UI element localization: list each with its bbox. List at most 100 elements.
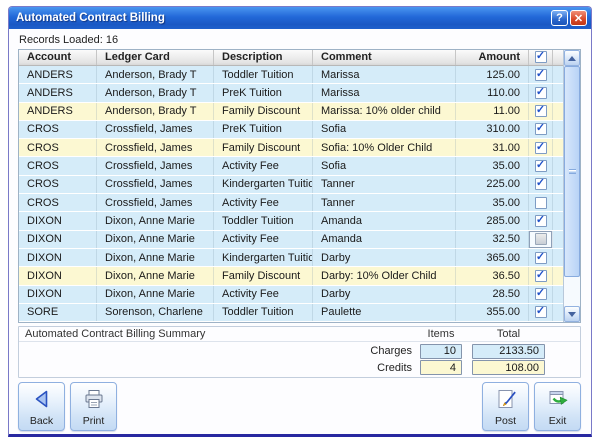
table-row[interactable]: DIXON Dixon, Anne Marie Activity Fee Dar…: [19, 285, 564, 304]
cell-amount: 110.00: [456, 84, 529, 102]
cell-spare: [553, 65, 564, 84]
summary-items-header: Items: [427, 328, 455, 340]
row-checkbox[interactable]: [534, 306, 547, 319]
scrollbar-track[interactable]: [564, 66, 580, 306]
dialog-content: Records Loaded: 16 Account Ledger Card D…: [9, 29, 591, 431]
column-header-comment[interactable]: Comment: [313, 50, 456, 65]
row-checkbox[interactable]: [534, 214, 547, 227]
cell-comment: Darby: [313, 248, 456, 267]
cell-account: ANDERS: [19, 65, 97, 84]
cell-checkbox: [529, 212, 553, 230]
scroll-down-button[interactable]: [564, 306, 580, 322]
column-header-ledger-card[interactable]: Ledger Card: [97, 50, 214, 65]
cell-description: Activity Fee: [214, 230, 313, 248]
cell-ledger-card: Dixon, Anne Marie: [97, 285, 214, 303]
print-button-label: Print: [82, 415, 105, 427]
table-row[interactable]: ANDERS Anderson, Brady T PreK Tuition Ma…: [19, 84, 564, 103]
column-header-amount[interactable]: Amount: [456, 50, 529, 65]
row-checkbox[interactable]: [534, 196, 547, 209]
cell-description: Activity Fee: [214, 157, 313, 175]
cell-checkbox: [529, 120, 553, 139]
row-checkbox[interactable]: [534, 86, 547, 99]
row-checkbox[interactable]: [534, 233, 547, 246]
cell-amount: 28.50: [456, 285, 529, 303]
cell-checkbox: [529, 84, 553, 102]
cell-description: Activity Fee: [214, 194, 313, 212]
column-header-account[interactable]: Account: [19, 50, 97, 65]
cell-description: Kindergarten Tuition: [214, 175, 313, 194]
cell-amount: 35.00: [456, 194, 529, 212]
cell-description: Family Discount: [214, 102, 313, 120]
window-title: Automated Contract Billing: [16, 12, 165, 24]
cell-account: SORE: [19, 303, 97, 322]
cell-description: Toddler Tuition: [214, 303, 313, 322]
scroll-up-icon: [568, 55, 577, 61]
cell-ledger-card: Dixon, Anne Marie: [97, 230, 214, 248]
cell-spare: [553, 102, 564, 120]
cell-checkbox: [529, 303, 553, 322]
cell-ledger-card: Dixon, Anne Marie: [97, 267, 214, 285]
cell-account: ANDERS: [19, 102, 97, 120]
column-header-description[interactable]: Description: [214, 50, 313, 65]
row-checkbox[interactable]: [534, 68, 547, 81]
table-row[interactable]: CROS Crossfield, James Family Discount S…: [19, 139, 564, 158]
table-row[interactable]: CROS Crossfield, James Kindergarten Tuit…: [19, 175, 564, 195]
cell-amount: 285.00: [456, 212, 529, 230]
cell-checkbox: [529, 267, 553, 285]
vertical-scrollbar[interactable]: [563, 50, 580, 322]
cell-account: CROS: [19, 194, 97, 212]
cell-description: PreK Tuition: [214, 120, 313, 139]
table-row[interactable]: DIXON Dixon, Anne Marie Activity Fee Ama…: [19, 230, 564, 249]
table-row[interactable]: DIXON Dixon, Anne Marie Family Discount …: [19, 267, 564, 286]
row-checkbox[interactable]: [534, 160, 547, 173]
row-checkbox[interactable]: [534, 269, 547, 282]
row-checkbox[interactable]: [534, 105, 547, 118]
cell-amount: 31.00: [456, 139, 529, 157]
table-row[interactable]: ANDERS Anderson, Brady T Toddler Tuition…: [19, 65, 564, 85]
cell-comment: Marissa: [313, 65, 456, 84]
table-row[interactable]: CROS Crossfield, James Activity Fee Tann…: [19, 194, 564, 213]
row-checkbox[interactable]: [534, 288, 547, 301]
print-button[interactable]: Print: [70, 382, 117, 431]
cell-description: Family Discount: [214, 267, 313, 285]
back-button-label: Back: [29, 415, 54, 427]
cell-description: Family Discount: [214, 139, 313, 157]
select-all-checkbox[interactable]: [534, 51, 547, 64]
cell-amount: 36.50: [456, 267, 529, 285]
cell-description: Toddler Tuition: [214, 65, 313, 84]
cell-amount: 225.00: [456, 175, 529, 194]
row-checkbox[interactable]: [534, 178, 547, 191]
cell-account: CROS: [19, 157, 97, 175]
row-checkbox[interactable]: [534, 251, 547, 264]
help-button[interactable]: ?: [551, 10, 568, 26]
cell-account: DIXON: [19, 212, 97, 230]
cell-spare: [553, 230, 564, 248]
exit-button[interactable]: Exit: [534, 382, 581, 431]
row-checkbox[interactable]: [534, 123, 547, 136]
table-row[interactable]: SORE Sorenson, Charlene Toddler Tuition …: [19, 303, 564, 323]
table-row[interactable]: DIXON Dixon, Anne Marie Kindergarten Tui…: [19, 248, 564, 268]
cell-account: DIXON: [19, 248, 97, 267]
credits-row: Credits 4 108.00: [19, 359, 580, 375]
table-row[interactable]: CROS Crossfield, James PreK Tuition Sofi…: [19, 120, 564, 140]
cell-description: Activity Fee: [214, 285, 313, 303]
scrollbar-thumb[interactable]: [564, 66, 580, 278]
cell-comment: Marissa: [313, 84, 456, 102]
cell-checkbox: [529, 157, 553, 175]
close-button[interactable]: ✕: [570, 10, 587, 26]
charges-total-field: 2133.50: [472, 343, 545, 359]
cell-ledger-card: Dixon, Anne Marie: [97, 248, 214, 267]
table-row[interactable]: CROS Crossfield, James Activity Fee Sofi…: [19, 157, 564, 176]
row-checkbox[interactable]: [534, 141, 547, 154]
cell-comment: Marissa: 10% older child: [313, 102, 456, 120]
post-button[interactable]: Post: [482, 382, 529, 431]
back-button[interactable]: Back: [18, 382, 65, 431]
cell-description: PreK Tuition: [214, 84, 313, 102]
scrollbar-grip-icon: [568, 169, 576, 175]
cell-amount: 11.00: [456, 102, 529, 120]
table-row[interactable]: DIXON Dixon, Anne Marie Toddler Tuition …: [19, 212, 564, 231]
cell-description: Kindergarten Tuition: [214, 248, 313, 267]
table-row[interactable]: ANDERS Anderson, Brady T Family Discount…: [19, 102, 564, 121]
scroll-up-button[interactable]: [564, 50, 580, 66]
cell-spare: [553, 303, 564, 322]
